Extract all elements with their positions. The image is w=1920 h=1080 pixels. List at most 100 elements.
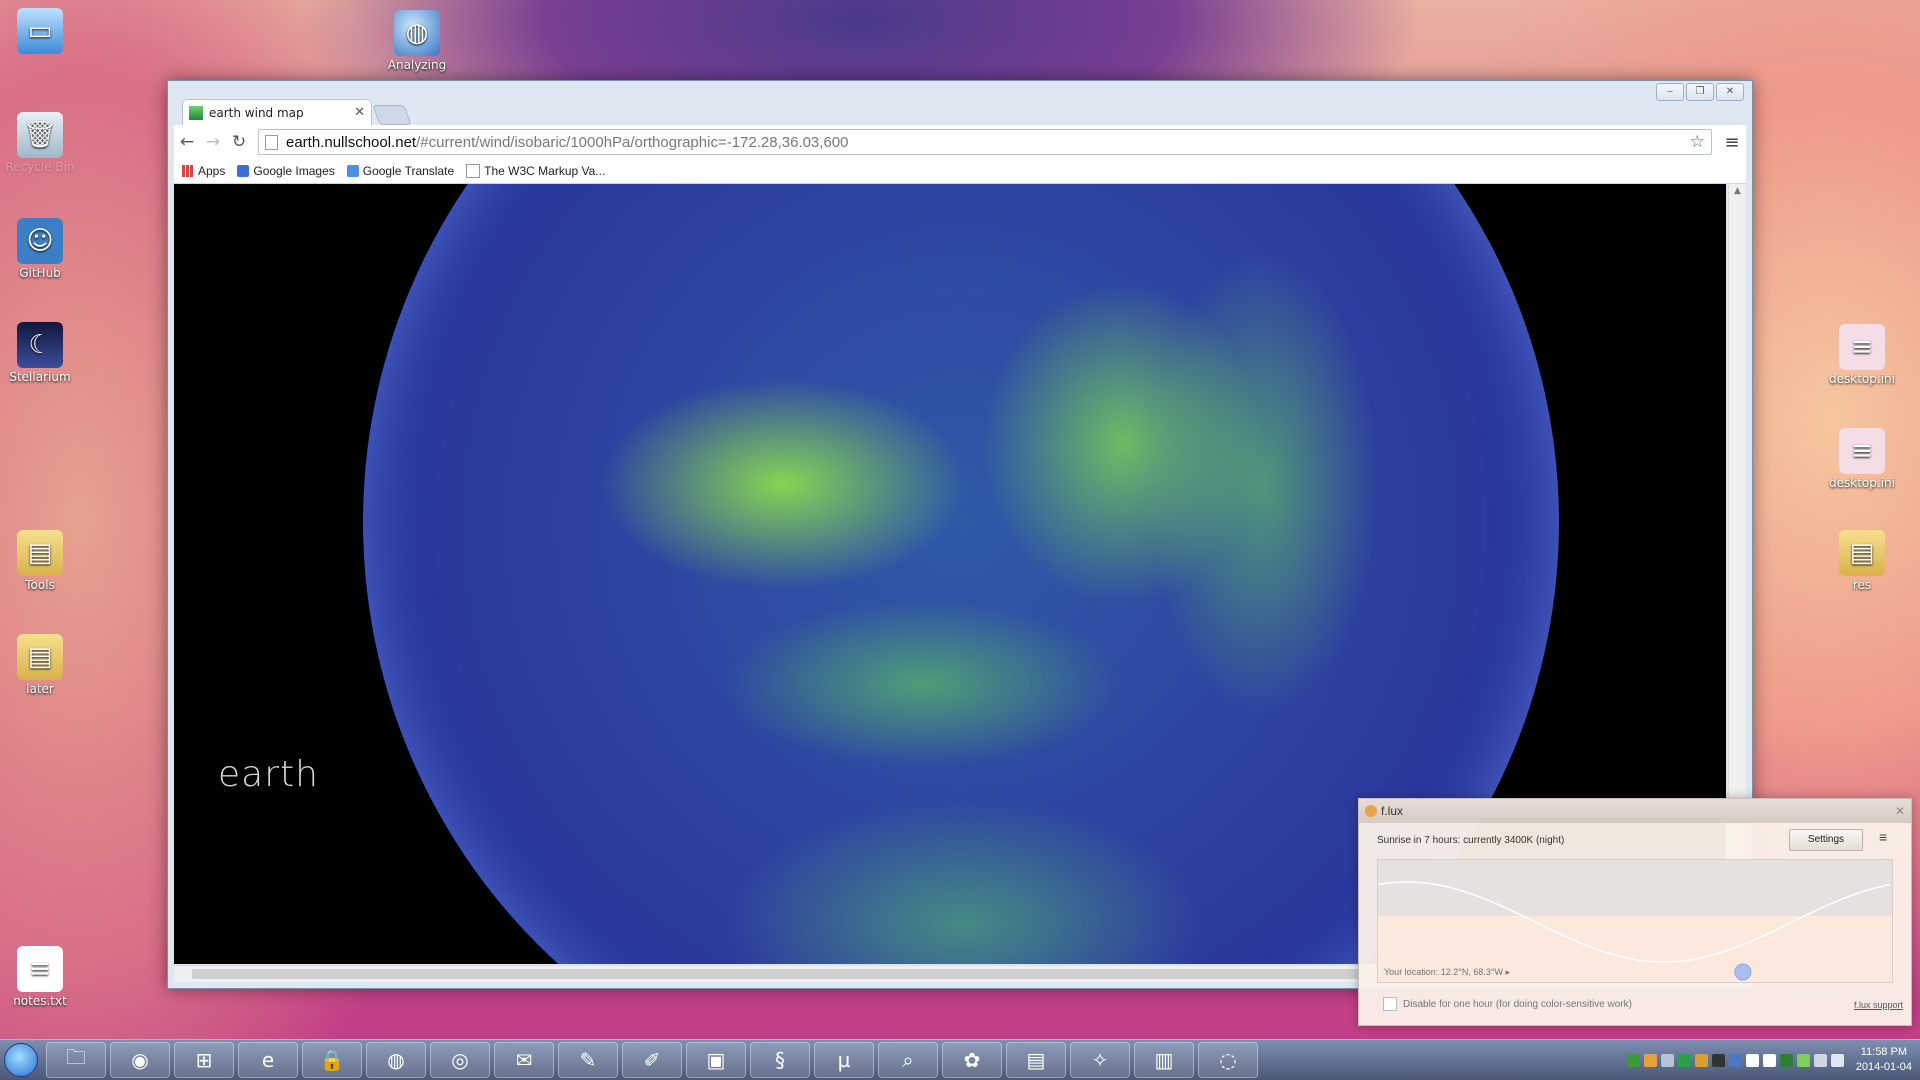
search-icon: ⌕ <box>902 1048 914 1072</box>
tray-icon[interactable] <box>1626 1053 1640 1067</box>
tray-icon[interactable] <box>1660 1053 1674 1067</box>
stellarium-icon: ☾ <box>17 322 63 368</box>
windows-logo-icon: ⊞ <box>195 1048 213 1072</box>
bookmark-w3c-validator[interactable]: The W3C Markup Va... <box>466 164 605 178</box>
flux-settings-button[interactable]: Settings <box>1789 829 1863 851</box>
taskbar-button-windows-logo[interactable]: ⊞ <box>174 1042 234 1078</box>
taskbar-button-app[interactable]: ◌ <box>1198 1042 1258 1078</box>
taskbar-button-calculator[interactable]: ▥ <box>1134 1042 1194 1078</box>
tray-icon[interactable] <box>1711 1053 1725 1067</box>
taskbar-button-globe[interactable]: ◍ <box>366 1042 426 1078</box>
taskbar-clock[interactable]: 11:58 PM 2014-01-04 <box>1856 1045 1912 1075</box>
desktop-icon-label: later <box>26 682 54 696</box>
desktop-icon-label: desktop.ini <box>1829 476 1895 490</box>
taskbar-button-monitor[interactable]: ▣ <box>686 1042 746 1078</box>
flux-current-time-marker[interactable] <box>1734 963 1752 981</box>
taskbar-button-chrome[interactable]: ◎ <box>430 1042 490 1078</box>
desktop-icon-label: Tools <box>25 578 55 592</box>
desktop-icon-label: res <box>1852 578 1872 592</box>
clock-time: 11:58 PM <box>1860 1046 1907 1058</box>
tray-icon[interactable] <box>1677 1053 1691 1067</box>
address-host: earth.nullschool.net <box>286 133 417 151</box>
desktop-icon-recycle-bin[interactable]: 🗑 Recycle Bin <box>0 112 80 174</box>
bookmark-google-translate[interactable]: Google Translate <box>346 164 454 178</box>
taskbar-button-search[interactable]: ⌕ <box>878 1042 938 1078</box>
taskbar-button-python[interactable]: § <box>750 1042 810 1078</box>
start-button[interactable] <box>0 1040 42 1080</box>
flux-daylight-graph[interactable]: Your location: 12.2°N, 68.3°W ▸ <box>1377 859 1893 983</box>
desktop-icon-analyzing[interactable]: ◍ Analyzing <box>377 10 457 72</box>
taskbar-button-paint[interactable]: ✐ <box>622 1042 682 1078</box>
clock-date: 2014-01-04 <box>1855 1061 1912 1073</box>
desktop-icon-label: Stellarium <box>9 370 71 384</box>
taskbar-button-ie[interactable]: e <box>238 1042 298 1078</box>
taskbar: 🗀 ◉ ⊞ e 🔒 ◍ ◎ ✉ ✎ ✐ ▣ § µ ⌕ ✿ ▤ ✧ ▥ ◌ 11:58 PM 2014-01-04 <box>0 1039 1920 1080</box>
apps-grid-icon <box>182 165 194 177</box>
explorer-icon: 🗀 <box>66 1045 86 1069</box>
desktop-icon-later[interactable]: ▤ later <box>0 634 80 696</box>
tab-title: earth wind map <box>209 105 304 120</box>
taskbar-apps: 🗀 ◉ ⊞ e 🔒 ◍ ◎ ✉ ✎ ✐ ▣ § µ ⌕ ✿ ▤ ✧ ▥ ◌ <box>42 1042 1258 1078</box>
close-window-button[interactable]: ✕ <box>1716 83 1744 101</box>
desktop-icon-computer[interactable]: ▭ <box>0 8 80 56</box>
desktop-icon-desktop-ini-2[interactable]: ≡ desktop.ini <box>1822 428 1902 490</box>
tray-icon[interactable] <box>1762 1053 1776 1067</box>
chrome-menu-icon[interactable]: ≡ <box>1718 132 1746 153</box>
tray-icon[interactable] <box>1779 1053 1793 1067</box>
volume-icon[interactable] <box>1813 1053 1827 1067</box>
flux-close-icon[interactable]: ✕ <box>1895 804 1905 818</box>
taskbar-button-explorer[interactable]: 🗀 <box>46 1042 106 1078</box>
calculator-icon: ▥ <box>1154 1048 1174 1072</box>
scroll-up-arrow-icon[interactable]: ▲ <box>1729 184 1746 198</box>
analyzing-shortcut-icon: ◍ <box>394 10 440 56</box>
taskbar-button-folder[interactable]: ▤ <box>1006 1042 1066 1078</box>
desktop-icon-tools[interactable]: ▤ Tools <box>0 530 80 592</box>
taskbar-button-utorrent[interactable]: µ <box>814 1042 874 1078</box>
bookmark-google-images[interactable]: Google Images <box>237 164 335 178</box>
tray-icon[interactable] <box>1728 1053 1742 1067</box>
tray-icon[interactable] <box>1694 1053 1708 1067</box>
flux-support-link[interactable]: f.lux support <box>1854 1000 1903 1010</box>
bookmark-apps[interactable]: Apps <box>182 164 225 178</box>
desktop-icon-label: GitHub <box>19 266 61 280</box>
desktop-icon-stellarium[interactable]: ☾ Stellarium <box>0 322 80 384</box>
desktop-icon-github[interactable]: ☺ GitHub <box>0 218 80 280</box>
taskbar-button-gadget[interactable]: ✧ <box>1070 1042 1130 1078</box>
tray-icon[interactable] <box>1796 1053 1810 1067</box>
taskbar-button-tasks[interactable]: ✎ <box>558 1042 618 1078</box>
taskbar-button-thunderbird[interactable]: ✉ <box>494 1042 554 1078</box>
desktop-icon-desktop-ini-1[interactable]: ≡ desktop.ini <box>1822 324 1902 386</box>
restore-button[interactable]: ❐ <box>1686 83 1714 101</box>
flux-curve <box>1378 881 1891 981</box>
flux-location[interactable]: Your location: 12.2°N, 68.3°W ▸ <box>1384 967 1510 978</box>
earth-brand-label[interactable]: earth <box>218 754 319 795</box>
flux-disable-checkbox[interactable]: Disable for one hour (for doing color-se… <box>1383 997 1632 1011</box>
new-tab-button[interactable] <box>372 105 412 125</box>
checkbox-box[interactable] <box>1383 997 1397 1011</box>
folder-shortcut-icon: ▤ <box>1839 530 1885 576</box>
minimize-button[interactable]: ‒ <box>1656 83 1684 101</box>
flux-disable-label: Disable for one hour (for doing color-se… <box>1403 998 1632 1010</box>
bookmark-star-icon[interactable]: ☆ <box>1690 132 1705 152</box>
network-icon[interactable] <box>1830 1053 1844 1067</box>
tab-earth-wind-map[interactable]: earth wind map ✕ <box>182 99 372 125</box>
back-arrow-icon[interactable]: ← <box>174 132 200 152</box>
taskbar-button-camera[interactable]: ◉ <box>110 1042 170 1078</box>
tray-icon[interactable] <box>1745 1053 1759 1067</box>
tray-icon[interactable] <box>1643 1053 1657 1067</box>
forward-arrow-icon[interactable]: → <box>200 132 226 152</box>
desktop-icon-notes[interactable]: ≡ notes.txt <box>0 946 80 1008</box>
desktop-icon-res[interactable]: ▤ res <box>1822 530 1902 592</box>
keepass-icon: 🔒 <box>319 1048 345 1072</box>
earth-favicon-icon <box>189 105 203 120</box>
taskbar-button-gimp[interactable]: ✿ <box>942 1042 1002 1078</box>
tab-close-icon[interactable]: ✕ <box>354 105 365 120</box>
flux-menu-icon[interactable]: ≡ <box>1879 829 1887 845</box>
taskbar-button-keepass[interactable]: 🔒 <box>302 1042 362 1078</box>
monitor-icon: ▣ <box>706 1048 726 1072</box>
address-bar[interactable]: earth.nullschool.net /#current/wind/isob… <box>258 129 1712 155</box>
folder-icon: ▤ <box>17 634 63 680</box>
gimp-icon: ✿ <box>963 1048 981 1072</box>
reload-icon[interactable]: ↻ <box>226 132 252 152</box>
computer-icon: ▭ <box>17 8 63 54</box>
